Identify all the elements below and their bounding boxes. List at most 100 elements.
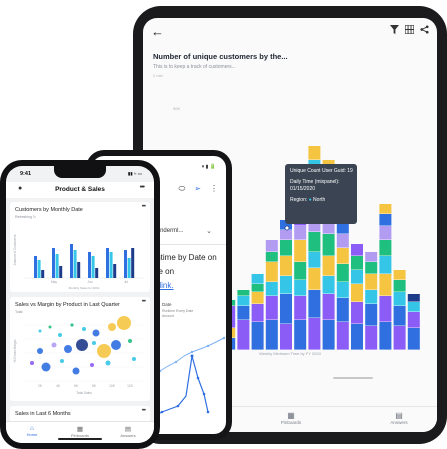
more-horiz-icon[interactable]: ••• <box>142 204 146 210</box>
card-subtitle: Total <box>15 310 23 314</box>
bar-segment <box>265 320 278 350</box>
send-icon[interactable]: ➢ <box>194 184 201 194</box>
bar-segment <box>393 270 406 280</box>
bar-segment <box>280 276 292 294</box>
grid-icon[interactable] <box>404 24 415 37</box>
bar-segment <box>379 214 392 226</box>
bar-segment <box>407 312 420 328</box>
share-icon[interactable] <box>420 25 429 37</box>
y-axis-label: % Gross Margin <box>13 339 17 362</box>
y-tick-label: 90K <box>173 106 180 111</box>
bar <box>70 244 73 278</box>
bar-segment <box>308 318 321 350</box>
home-icon: ⌂ <box>30 425 34 432</box>
bar-segment <box>308 252 321 268</box>
data-point <box>196 376 200 380</box>
bar <box>73 250 77 278</box>
pinboard-icon: ▦ <box>287 411 295 420</box>
bar <box>37 260 41 278</box>
bar-segment <box>308 290 321 318</box>
bar-segment <box>322 276 335 294</box>
card-title: Customers by Monthly Date <box>15 207 83 213</box>
x-tick-label: 4K <box>56 384 61 388</box>
tab-home[interactable]: ⌂ Home <box>12 425 52 437</box>
bar-segment <box>336 248 349 264</box>
line-series-light <box>152 337 225 377</box>
bubble <box>132 357 136 361</box>
bubble <box>90 363 94 367</box>
pinboard-card[interactable]: Sales vs Margin by Product in Last Quart… <box>10 297 150 401</box>
data-point <box>222 336 226 340</box>
tab-pinboards[interactable]: ▦ Pinboards <box>261 411 321 425</box>
chevron-down-icon[interactable]: ⌄ <box>206 227 212 235</box>
bar-segment <box>351 284 363 302</box>
bar <box>59 266 63 278</box>
bar-segment <box>379 256 392 274</box>
bar-segment <box>237 290 250 296</box>
filter-icon[interactable] <box>390 25 399 37</box>
tab-pinboards[interactable]: ▦ Pinboards <box>60 425 100 438</box>
data-point <box>206 344 210 348</box>
bar-segment <box>407 294 420 302</box>
bar-segment <box>294 262 307 280</box>
data-point <box>160 410 164 414</box>
bar-chart[interactable]: Amount of Customers May Jun Jul Monthly Sal… <box>10 220 150 292</box>
bar-segment <box>308 268 321 290</box>
card-title: Sales vs Margin by Product in Last Quart… <box>15 302 120 308</box>
tablet-toolbar: ← <box>143 18 437 46</box>
bar-segment <box>265 296 278 320</box>
more-vert-icon[interactable]: ⋮ <box>210 184 218 194</box>
more-horiz-icon[interactable]: ••• <box>142 408 146 414</box>
bubble <box>111 340 121 350</box>
tab-label: Pinboards <box>280 420 302 425</box>
bubble <box>58 333 62 337</box>
status-time: 9:41 <box>20 171 32 177</box>
pinboard-icon: ▦ <box>76 426 84 433</box>
line-chart[interactable] <box>152 316 226 426</box>
bar <box>41 270 45 278</box>
bar-segment <box>393 306 406 326</box>
bubble <box>30 361 34 365</box>
phone-notch <box>54 166 106 178</box>
bar-segment <box>265 252 278 262</box>
bar-segment <box>322 256 335 276</box>
phone-toolbar: ⬭ ➢ ⋮ <box>178 184 218 194</box>
x-tick-label: Jun <box>87 280 92 284</box>
bar <box>109 252 113 278</box>
bubble <box>51 342 57 348</box>
bar-segment <box>407 328 420 350</box>
x-tick-label: Jul <box>124 280 128 284</box>
bar-segment <box>365 262 378 274</box>
link[interactable]: link. <box>159 281 173 290</box>
bar-segment <box>393 326 406 350</box>
data-point <box>190 350 194 354</box>
tab-answers[interactable]: ▤ Answers <box>108 425 148 438</box>
app-header: ● Product & Sales ••• <box>6 182 154 198</box>
bubble <box>38 329 42 333</box>
more-horiz-icon[interactable]: ••• <box>140 184 145 191</box>
bar-segment <box>379 274 392 296</box>
tag-icon[interactable]: ⬭ <box>178 184 185 194</box>
bar-segment <box>365 290 378 304</box>
x-tick-label: 8K <box>92 384 97 388</box>
bubble <box>60 359 64 363</box>
bubble-chart[interactable]: % Gross Margin 2K 4K 6K 8K 10K 12K Total Sales <box>10 315 150 401</box>
bar-segment <box>379 296 392 322</box>
bar-segment <box>365 326 378 350</box>
tab-answers[interactable]: ▤ Answers <box>369 411 429 425</box>
tab-label: Home <box>26 432 38 437</box>
tooltip-value: North <box>313 196 326 203</box>
pinboard-card[interactable]: Customers by Monthly Date Refreshing ↻ •… <box>10 202 150 292</box>
more-horiz-icon[interactable]: ••• <box>142 299 146 305</box>
bubble <box>97 344 111 358</box>
bar-segment <box>336 322 349 350</box>
card-subtitle: Refreshing ↻ <box>15 215 36 219</box>
page-title: Product & Sales <box>55 186 105 193</box>
bar-segment <box>365 274 378 290</box>
arrow-left-icon[interactable]: ← <box>151 24 164 39</box>
bar-segment <box>308 146 321 160</box>
tab-label: Answers <box>120 433 136 438</box>
y-axis-label: Amount of Customers <box>13 234 17 265</box>
bar-segment <box>294 296 307 320</box>
bar-segment <box>393 292 406 306</box>
